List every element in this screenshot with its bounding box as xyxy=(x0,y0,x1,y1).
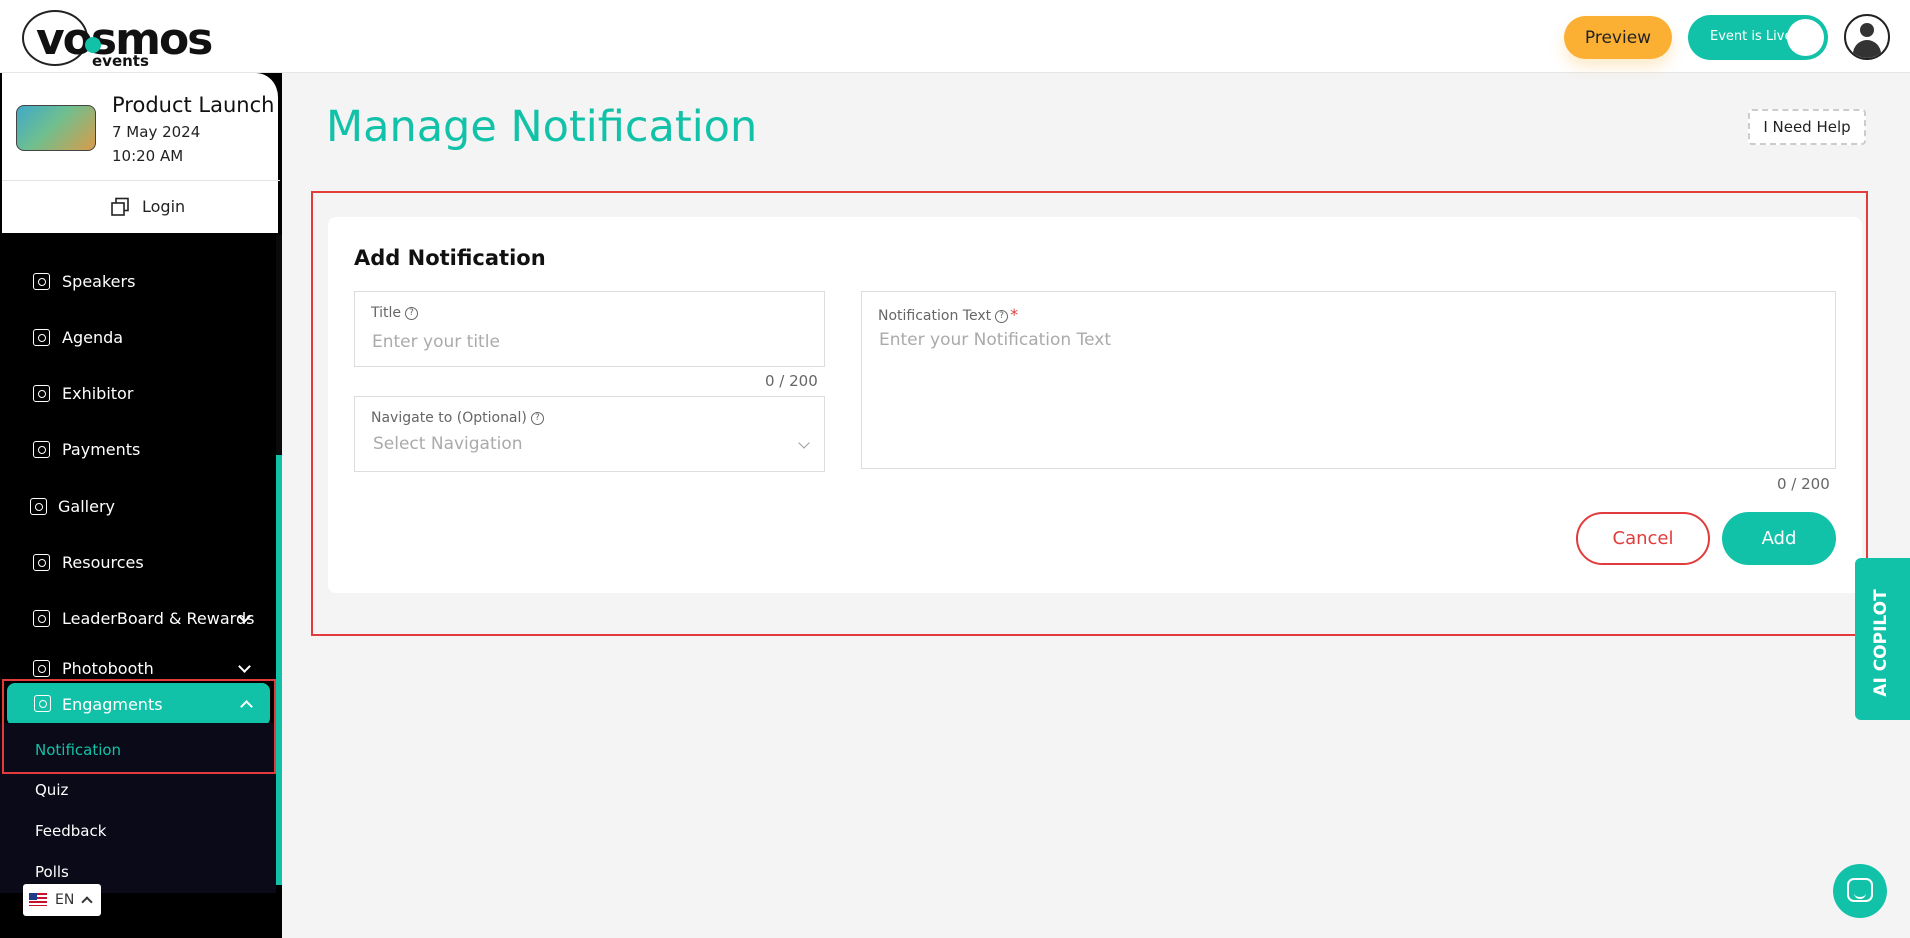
logo-sub: events xyxy=(92,52,149,70)
leaderboard-icon xyxy=(33,610,50,627)
title-label: Title? xyxy=(371,305,419,321)
event-date: 7 May 2024 xyxy=(112,123,201,141)
notification-text-input[interactable] xyxy=(879,330,1736,450)
add-button[interactable]: Add xyxy=(1722,512,1836,565)
language-label: EN xyxy=(55,892,75,908)
sidebar-item-label: Photobooth xyxy=(62,659,154,678)
chevron-up-icon xyxy=(81,896,93,908)
chevron-down-icon xyxy=(238,660,251,673)
event-live-toggle[interactable]: Event is Live xyxy=(1688,15,1828,60)
top-bar: vosmos events Preview Event is Live xyxy=(0,0,1910,73)
preview-button[interactable]: Preview xyxy=(1564,16,1672,59)
logo-dot xyxy=(85,37,101,53)
sidebar-item-resources[interactable]: Resources xyxy=(0,542,276,582)
form-heading: Add Notification xyxy=(354,246,546,270)
help-circle-icon[interactable]: ? xyxy=(405,306,419,320)
help-circle-icon[interactable]: ? xyxy=(995,309,1009,323)
agenda-icon xyxy=(33,329,50,346)
title-input[interactable] xyxy=(372,332,785,352)
cancel-button[interactable]: Cancel xyxy=(1576,512,1710,565)
sidebar-item-label: Resources xyxy=(62,553,144,572)
sidebar-item-label: LeaderBoard & Rewards xyxy=(62,609,255,628)
speaker-icon xyxy=(33,273,50,290)
submenu-item-polls[interactable]: Polls xyxy=(35,863,69,881)
sidebar-item-speakers[interactable]: Speakers xyxy=(0,261,276,301)
sidebar-item-exhibitor[interactable]: Exhibitor xyxy=(0,373,276,413)
notification-text-label: Notification Text? * xyxy=(878,305,1018,324)
event-thumbnail xyxy=(16,105,96,151)
required-mark: * xyxy=(1010,305,1019,324)
payments-icon xyxy=(33,441,50,458)
title-label-text: Title xyxy=(371,305,402,321)
need-help-button[interactable]: I Need Help xyxy=(1748,109,1866,145)
exhibitor-icon xyxy=(33,385,50,402)
chat-icon[interactable] xyxy=(1833,864,1887,918)
engagement-highlight-box xyxy=(2,679,276,774)
event-time: 10:20 AM xyxy=(112,147,184,165)
gallery-icon xyxy=(30,498,47,515)
ai-copilot-label: AI COPILOT xyxy=(1871,589,1891,697)
title-field[interactable]: Title? xyxy=(354,291,825,367)
vosmos-logo[interactable]: vosmos events xyxy=(22,8,213,70)
sidebar-item-gallery[interactable]: Gallery xyxy=(0,486,276,526)
page-title: Manage Notification xyxy=(326,102,758,152)
sidebar-item-leaderboard[interactable]: LeaderBoard & Rewards xyxy=(0,598,276,638)
language-selector[interactable]: EN xyxy=(23,884,101,916)
submenu-item-feedback[interactable]: Feedback xyxy=(35,822,106,840)
copy-icon xyxy=(111,197,129,216)
navigate-label: Navigate to (Optional)? xyxy=(371,410,544,426)
avatar-head xyxy=(1860,23,1874,37)
login-label: Login xyxy=(142,197,186,216)
notification-text-label-text: Notification Text xyxy=(878,308,992,324)
sidebar-item-label: Agenda xyxy=(62,328,124,347)
navigate-select[interactable]: Navigate to (Optional)? Select Navigatio… xyxy=(354,396,825,472)
login-link[interactable]: Login xyxy=(2,180,280,233)
navigate-placeholder: Select Navigation xyxy=(373,434,523,454)
sidebar-item-agenda[interactable]: Agenda xyxy=(0,317,276,357)
title-counter: 0 / 200 xyxy=(765,372,818,390)
event-name: Product Launch xyxy=(112,93,275,117)
avatar-body xyxy=(1853,40,1881,58)
user-avatar-icon[interactable] xyxy=(1844,14,1890,60)
notification-text-counter: 0 / 200 xyxy=(1777,475,1830,493)
toggle-knob xyxy=(1787,19,1824,56)
help-circle-icon[interactable]: ? xyxy=(530,411,544,425)
event-card: Product Launch 7 May 2024 10:20 AM Login xyxy=(0,73,280,235)
photobooth-icon xyxy=(33,660,50,677)
sidebar-item-label: Payments xyxy=(62,440,141,459)
ai-copilot-tab[interactable]: AI COPILOT xyxy=(1855,558,1910,720)
chat-bubble-icon xyxy=(1847,878,1873,902)
sidebar-item-payments[interactable]: Payments xyxy=(0,429,276,469)
folder-icon xyxy=(33,554,50,571)
sidebar-item-label: Speakers xyxy=(62,272,136,291)
chevron-down-icon xyxy=(798,437,810,449)
sidebar-item-label: Gallery xyxy=(58,497,115,516)
sidebar-item-label: Exhibitor xyxy=(62,384,134,403)
us-flag-icon xyxy=(29,893,47,906)
submenu-item-quiz[interactable]: Quiz xyxy=(35,781,68,799)
event-live-label: Event is Live xyxy=(1710,29,1793,44)
notification-text-field[interactable]: Notification Text? * xyxy=(861,291,1836,469)
navigate-label-text: Navigate to (Optional) xyxy=(371,410,527,426)
sidebar-scrollbar-thumb[interactable] xyxy=(276,455,282,885)
